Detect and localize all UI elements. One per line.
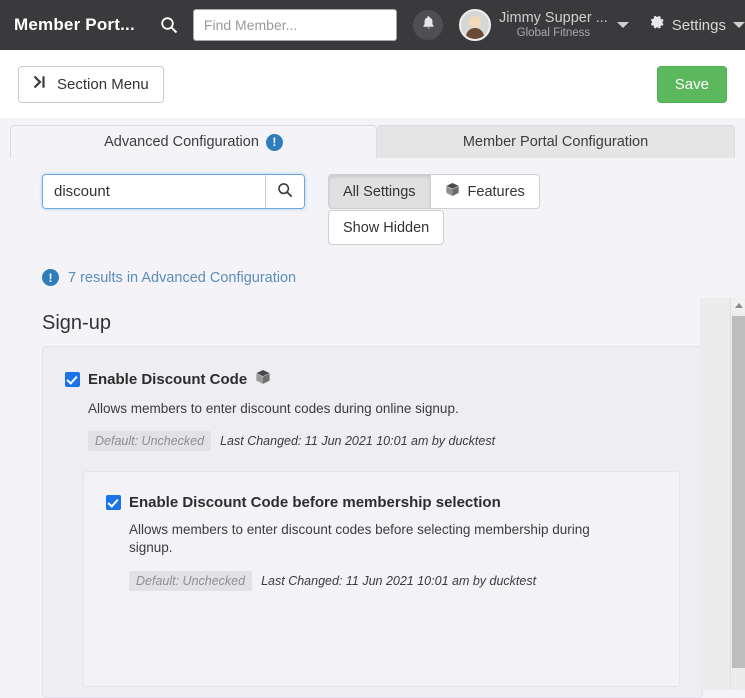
filter-features-label: Features — [467, 183, 525, 200]
chevron-down-icon[interactable] — [616, 22, 629, 28]
setting-description: Allows members to enter discount codes d… — [88, 401, 459, 416]
section-menu-label: Section Menu — [57, 75, 149, 93]
tab-bar: Advanced Configuration ! Member Portal C… — [0, 118, 745, 158]
bell-icon — [421, 15, 436, 36]
info-icon: ! — [42, 269, 59, 286]
tab-label: Advanced Configuration — [104, 134, 259, 150]
setting-description: Allows members to enter discount codes b… — [129, 522, 590, 556]
advanced-configuration-panel: All Settings Features Show Hidden ! 7 re… — [0, 158, 745, 698]
user-organisation: Global Fitness — [516, 26, 591, 39]
user-name: Jimmy Supper ... — [499, 10, 608, 27]
scroll-thumb[interactable] — [732, 316, 745, 668]
results-summary[interactable]: ! 7 results in Advanced Configuration — [0, 245, 745, 286]
section-toolbar: Section Menu Save — [0, 50, 745, 118]
section-heading: Sign-up — [42, 312, 111, 334]
setting-enable-discount-code: Enable Discount Code Allows members to e… — [43, 369, 702, 452]
avatar-body — [466, 28, 485, 39]
search-and-filters: All Settings Features Show Hidden — [0, 174, 745, 245]
setting-label: Enable Discount Code before membership s… — [129, 494, 501, 512]
show-hidden-button[interactable]: Show Hidden — [328, 210, 445, 245]
setting-meta: Default: Unchecked Last Changed: 11 Jun … — [88, 431, 680, 452]
settings-search-button[interactable] — [265, 175, 304, 208]
setting-enable-discount-code-before-membership-selection: Enable Discount Code before membership s… — [83, 471, 680, 687]
setting-last-changed: Last Changed: 11 Jun 2021 10:01 am by du… — [220, 434, 496, 449]
scroll-gutter — [700, 298, 730, 690]
cube-icon — [445, 182, 460, 201]
notifications-button[interactable] — [413, 10, 444, 40]
settings-search-group — [42, 174, 305, 209]
find-member-input[interactable] — [192, 9, 398, 41]
app-brand-title: Member Port... — [14, 15, 135, 34]
collapse-panel-icon — [33, 75, 49, 93]
avatar-head — [469, 16, 482, 28]
user-menu[interactable]: Jimmy Supper ... Global Fitness — [459, 9, 608, 41]
chevron-down-icon[interactable] — [733, 22, 745, 28]
enable-discount-code-checkbox[interactable] — [65, 372, 80, 387]
info-icon: ! — [265, 133, 283, 151]
settings-search-input[interactable] — [43, 175, 265, 208]
gear-icon — [649, 14, 666, 36]
enable-discount-code-before-membership-selection-checkbox[interactable] — [106, 495, 121, 511]
setting-default-badge: Default: Unchecked — [129, 570, 253, 591]
cube-icon — [255, 369, 271, 390]
setting-label: Enable Discount Code — [88, 371, 248, 388]
search-icon — [277, 182, 293, 201]
tab-advanced-configuration[interactable]: Advanced Configuration ! — [10, 125, 377, 158]
vertical-scrollbar[interactable] — [730, 298, 745, 690]
avatar — [459, 9, 492, 41]
setting-last-changed: Last Changed: 11 Jun 2021 10:01 am by du… — [261, 573, 537, 588]
settings-menu[interactable]: Settings — [649, 14, 745, 36]
tab-member-portal-configuration[interactable]: Member Portal Configuration — [377, 125, 735, 158]
scroll-up-arrow-icon[interactable] — [731, 298, 745, 313]
filter-all-settings-button[interactable]: All Settings — [328, 174, 431, 209]
setting-card: Enable Discount Code Allows members to e… — [42, 346, 703, 698]
search-icon[interactable] — [159, 14, 179, 36]
settings-label: Settings — [671, 16, 726, 34]
filter-features-button[interactable]: Features — [430, 174, 540, 209]
setting-meta: Default: Unchecked Last Changed: 11 Jun … — [129, 570, 657, 591]
setting-default-badge: Default: Unchecked — [88, 431, 212, 452]
top-navbar: Member Port... Jimmy Supper ... Global F… — [0, 0, 745, 50]
results-summary-text: 7 results in Advanced Configuration — [68, 269, 297, 286]
save-button[interactable]: Save — [656, 65, 727, 103]
filter-buttons: All Settings Features Show Hidden — [328, 174, 540, 245]
section-menu-button[interactable]: Section Menu — [18, 65, 164, 103]
tab-label: Member Portal Configuration — [462, 134, 649, 150]
